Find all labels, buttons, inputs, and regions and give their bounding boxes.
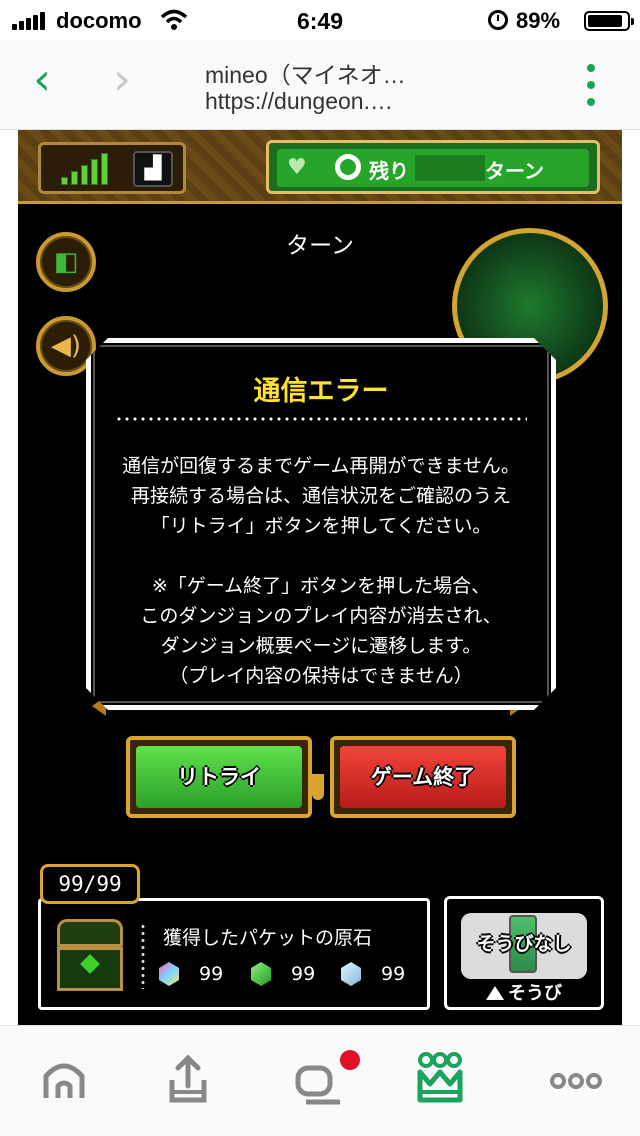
alarm-icon: [488, 10, 508, 30]
browser-toolbar: ‹ › mineo（マイネオ… https://dungeon.…: [0, 40, 640, 130]
stone-list: 99 99 99: [159, 959, 419, 989]
page-title[interactable]: mineo（マイネオ…: [205, 56, 406, 90]
stone-count: 99: [199, 963, 224, 985]
remaining-turns-panel: ♥ 残り ターン: [266, 140, 600, 194]
more-icon[interactable]: [536, 1046, 616, 1116]
battery-icon: [584, 11, 634, 31]
equipment-label: そうび: [447, 979, 601, 1005]
inventory-panel[interactable]: 獲得したパケットの原石 99 99 99: [38, 898, 430, 1010]
retry-button-label: リトライ: [136, 746, 302, 808]
hat-icon: [486, 986, 504, 1000]
green-stone-icon: [251, 962, 271, 986]
quit-button-label: ゲーム終了: [340, 746, 506, 808]
stone-count: 99: [381, 963, 406, 985]
game-canvas: ▟ ♥ 残り ターン ◧ ◀) ターン 通信エラー 通信が回復するまでゲーム再開…: [18, 130, 622, 1025]
speaker-icon: ◀): [50, 331, 82, 361]
button-divider-ornament: [312, 774, 324, 800]
game-hud: ▟ ♥ 残り ターン: [18, 130, 622, 204]
heart-icon: ♥: [287, 155, 307, 180]
stone-count: 99: [291, 963, 316, 985]
treasure-chest-icon: [55, 913, 125, 997]
back-button[interactable]: ‹: [22, 58, 62, 104]
dialog-message: 通信が回復するまでゲーム再開ができません。 再接続する場合は、通信状況をご確認の…: [122, 455, 520, 687]
equipment-card: そうびなし: [461, 913, 587, 979]
hud-status-panel: ▟: [38, 142, 186, 194]
home-icon[interactable]: [24, 1046, 104, 1116]
page-url[interactable]: https://dungeon.…: [205, 88, 393, 115]
screen: { "status_bar": {"carrier": "docomo", "t…: [0, 0, 640, 1136]
equipment-status: そうびなし: [476, 933, 572, 955]
dialog-title: 通信エラー: [253, 376, 389, 407]
turn-text: ターン: [286, 233, 354, 259]
error-dialog: 通信エラー 通信が回復するまでゲーム再開ができません。 再接続する場合は、通信状…: [86, 338, 556, 710]
notification-badge: [340, 1050, 360, 1070]
retry-button[interactable]: リトライ: [126, 736, 312, 818]
chat-tab[interactable]: [276, 1046, 360, 1116]
forward-button[interactable]: ›: [102, 58, 142, 104]
remaining-icon: [335, 154, 361, 180]
status-bar: docomo 6:49 89%: [0, 0, 640, 40]
upload-icon[interactable]: [148, 1046, 228, 1116]
rainbow-stone-icon: [159, 962, 179, 986]
dotted-divider: [115, 417, 527, 421]
remaining-label: 残り: [369, 159, 409, 183]
blue-stone-icon: [341, 962, 361, 986]
signal-bars-icon: [61, 153, 113, 185]
bottom-tab-bar: [0, 1025, 640, 1136]
equipment-button[interactable]: そうびなし そうび: [444, 896, 604, 1010]
remaining-value-box: [415, 155, 485, 181]
book-icon: ◧: [53, 247, 79, 277]
menu-kebab-icon[interactable]: [582, 62, 600, 108]
quit-game-button[interactable]: ゲーム終了: [330, 736, 516, 818]
map-book-button[interactable]: ◧: [36, 232, 96, 292]
crown-icon[interactable]: [400, 1046, 480, 1116]
item-count-badge: 99/99: [40, 864, 140, 904]
turn-label: ターン: [485, 159, 544, 183]
battery-percent: 89%: [516, 8, 561, 33]
stairs-icon: ▟: [133, 151, 173, 187]
inventory-title: 獲得したパケットの原石: [163, 927, 373, 949]
vertical-dots-divider: [141, 923, 145, 989]
